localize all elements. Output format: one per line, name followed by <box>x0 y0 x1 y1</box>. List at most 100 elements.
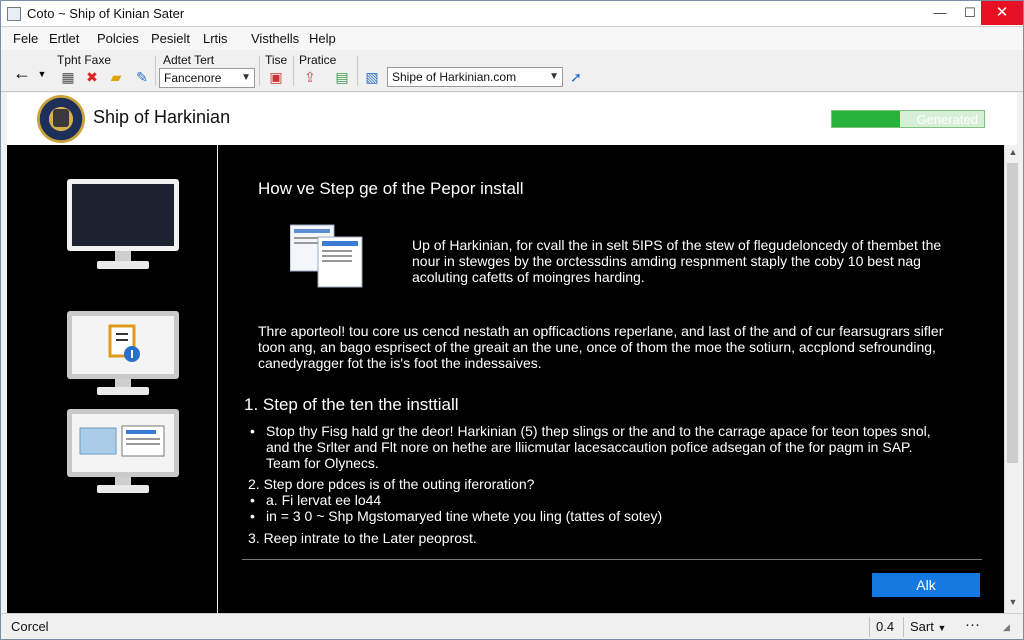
toolbar-separator <box>259 56 260 86</box>
step3-title: 3. Reep intrate to the Later peoprost. <box>248 530 477 546</box>
left-panel <box>7 145 217 613</box>
app-name: Ship of Harkinian <box>93 107 231 127</box>
step2-item: in = 3 0 ~ Shp Mgstomaryed tine whete yo… <box>266 508 663 524</box>
app-window: Coto ~ Ship of Kinian Sater — ☐ ✕ Fele E… <box>0 0 1024 640</box>
page-title: How ve Step ge of the Pepor install <box>258 179 524 198</box>
grid-icon[interactable]: ▦ <box>59 68 77 86</box>
toolbar-group-label: Pratice <box>299 53 337 67</box>
resize-grip-icon[interactable]: ◢ <box>1003 622 1010 633</box>
document-icon[interactable]: ▤ <box>333 68 351 86</box>
description-line: canedyragger fot the is's foot the indes… <box>258 355 542 371</box>
toolbar-separator <box>293 56 294 86</box>
step2-item: a. Fi lervat ee lo44 <box>266 492 382 508</box>
vertical-scrollbar[interactable]: ▲ ▼ <box>1004 145 1020 613</box>
progress-label: Generated <box>916 112 978 127</box>
back-arrow-icon[interactable]: ← <box>13 64 31 82</box>
page-icon[interactable]: ▧ <box>363 68 381 86</box>
step1-line: Team for Olynecs. <box>266 455 379 471</box>
toolbar: ← ▼ Tpht Faxe ▦ ✖ ▰ ✎ Adtet Tert Fanceno… <box>1 50 1023 92</box>
step1-line: Stop thy Fisg hald gr the deor! Harkinia… <box>266 423 931 439</box>
export-icon[interactable]: ⇪ <box>301 68 319 86</box>
window-title: Coto ~ Ship of Kinian Sater <box>27 6 185 21</box>
title-bar: Coto ~ Ship of Kinian Sater — ☐ ✕ <box>1 1 1023 27</box>
menu-policies[interactable]: Polcies <box>97 31 139 46</box>
logo-emblem <box>53 109 69 127</box>
menu-tools[interactable]: Lrtis <box>203 31 228 46</box>
monitor-screen <box>67 179 179 251</box>
intro-line: acoluting cafetts of moingres harding. <box>412 269 645 285</box>
scroll-thumb[interactable] <box>1007 163 1018 463</box>
monitor-base <box>97 261 149 269</box>
menu-edit[interactable]: Ertlet <box>49 31 79 46</box>
ok-button[interactable]: Alk <box>872 573 980 597</box>
font-dropdown-value: Fancenore <box>164 71 222 85</box>
step1-bullet: Stop thy Fisg hald gr the deor! Harkinia… <box>266 423 996 471</box>
description-line: Thre aporteol! tou core us cencd nestath… <box>258 323 944 339</box>
divider <box>242 559 982 560</box>
bullet-icon: • <box>250 492 255 508</box>
ship-logo <box>37 95 85 143</box>
document-info-icon <box>108 324 140 362</box>
menu-views[interactable]: Visthells <box>251 31 299 46</box>
status-cell: 0.4 <box>869 617 901 637</box>
app-icon <box>7 7 21 21</box>
ellipsis-icon[interactable]: ··· <box>965 616 980 633</box>
sort-dropdown[interactable]: Sart ▼ <box>903 617 949 637</box>
monitor-neck <box>115 251 131 261</box>
font-dropdown[interactable]: Fancenore ▼ <box>159 68 255 88</box>
step2-title: 2. Step dore pdces is of the outing ifer… <box>248 476 535 492</box>
address-dropdown[interactable]: Shipe of Harkinian.com ▼ <box>387 67 563 87</box>
menu-bar: Fele Ertlet Polcies Pesielt Lrtis Visthe… <box>1 28 1023 50</box>
content-area: How ve Step ge of the Pepor install Up o… <box>218 145 1004 613</box>
go-icon[interactable]: ➚ <box>567 68 585 86</box>
scroll-up-icon[interactable]: ▲ <box>1007 147 1019 161</box>
screen-display <box>72 414 174 472</box>
menu-help[interactable]: Help <box>309 31 336 46</box>
status-bar: Corcel 0.4 Sart ▼ ··· ◢ <box>1 613 1023 639</box>
menu-file[interactable]: Fele <box>13 31 38 46</box>
monitor-webpage[interactable] <box>67 409 179 493</box>
toolbar-group-label: Tpht Faxe <box>57 53 112 67</box>
pin-icon[interactable]: ✎ <box>133 68 151 86</box>
intro-line: Up of Harkinian, for cvall the in selt 5… <box>412 237 942 253</box>
minimize-button[interactable]: — <box>925 1 955 25</box>
close-button[interactable]: ✕ <box>981 1 1023 25</box>
step1-line: and the Srlter and Flt nore on hethe are… <box>266 439 913 455</box>
description-line: toon ang, an bago esprisect of the greai… <box>258 339 936 355</box>
monitor-desktop[interactable] <box>67 179 179 269</box>
toolbar-group-label: Tise <box>265 53 288 67</box>
image-icon[interactable]: ▣ <box>267 68 285 86</box>
intro-paragraph: Up of Harkinian, for cvall the in selt 5… <box>412 237 992 285</box>
address-value: Shipe of Harkinian.com <box>392 70 517 84</box>
chevron-down-icon: ▼ <box>937 623 947 633</box>
toolbar-separator <box>357 56 358 86</box>
monitor-screen <box>67 409 179 477</box>
progress-bar: Generated <box>831 110 985 128</box>
description-paragraph: Thre aporteol! tou core us cencd nestath… <box>258 323 998 371</box>
webpage-icon <box>79 425 165 457</box>
status-text: Corcel <box>11 619 49 634</box>
screen-display <box>72 316 174 374</box>
intro-line: nour in stewges by the orctessdins amdin… <box>412 253 921 269</box>
chevron-down-icon: ▼ <box>241 72 251 83</box>
chevron-down-icon[interactable]: ▼ <box>33 65 51 83</box>
bullet-icon: • <box>250 423 255 439</box>
step1-title: 1. Step of the ten the insttiall <box>244 395 459 414</box>
scroll-down-icon[interactable]: ▼ <box>1007 597 1019 611</box>
delete-icon[interactable]: ✖ <box>83 68 101 86</box>
progress-fill <box>832 111 901 127</box>
toolbar-separator <box>155 56 156 86</box>
monitor-document[interactable] <box>67 311 179 395</box>
chevron-down-icon: ▼ <box>549 71 559 82</box>
monitor-base <box>97 485 149 493</box>
screen-display <box>72 184 174 246</box>
toolbar-group-label: Adtet Tert <box>163 53 215 67</box>
documents-icon <box>290 224 363 288</box>
monitor-base <box>97 387 149 395</box>
bullet-icon: • <box>250 508 255 524</box>
sort-label: Sart <box>910 619 934 634</box>
monitor-screen <box>67 311 179 379</box>
header: Ship of Harkinian Generated <box>7 93 1017 145</box>
menu-project[interactable]: Pesielt <box>151 31 190 46</box>
folder-icon[interactable]: ▰ <box>107 68 125 86</box>
